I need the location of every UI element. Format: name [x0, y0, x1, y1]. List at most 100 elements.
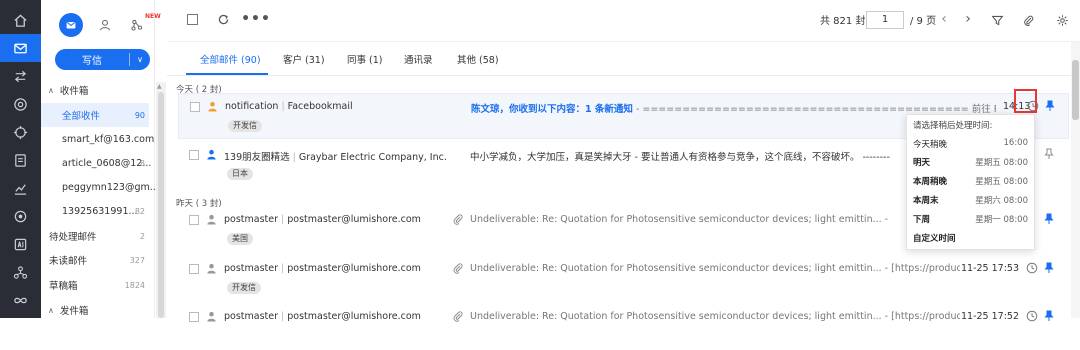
transfer-icon[interactable] — [0, 62, 41, 90]
pin-icon[interactable] — [1044, 148, 1054, 160]
folder-label: peggymn123@gm... — [62, 181, 159, 193]
infinity-icon[interactable] — [0, 286, 41, 314]
scrollbar-thumb[interactable] — [158, 92, 164, 318]
sender: 139朋友圈精选 | Graybar Electric Company, Inc. — [224, 152, 447, 163]
chevron-up-icon[interactable]: ∧ — [48, 306, 54, 315]
contacts-tab-icon[interactable] — [93, 13, 117, 37]
row-checkbox[interactable] — [189, 215, 199, 225]
snooze-option-next-week[interactable]: 下周 星期一 08:00 — [907, 210, 1036, 228]
folder-pending[interactable]: 待处理邮件 2 — [41, 224, 149, 248]
settings-circle-icon[interactable] — [0, 202, 41, 230]
option-name: 今天稍晚 — [913, 140, 948, 150]
snooze-option-tomorrow[interactable]: 明天 星期五 08:00 — [907, 153, 1036, 171]
tab-contacts[interactable]: 通讯录 — [404, 52, 433, 66]
attachment-icon — [453, 214, 463, 225]
clock-icon[interactable] — [1026, 310, 1038, 322]
clock-icon[interactable] — [1026, 262, 1038, 274]
page-total: / 9 页 — [910, 16, 937, 27]
prev-page-icon[interactable]: ‹ — [937, 11, 951, 27]
row-checkbox[interactable] — [189, 150, 199, 160]
pin-icon[interactable] — [1044, 310, 1054, 322]
sidebar-scrollbar[interactable]: ▲ — [156, 82, 166, 318]
option-name: 下周 — [913, 215, 931, 225]
network-icon[interactable] — [0, 258, 41, 286]
mail-icon[interactable] — [0, 34, 41, 62]
scrollbar-thumb[interactable] — [1072, 60, 1079, 120]
folder-account-1[interactable]: smart_kf@163.com — [41, 127, 154, 151]
scroll-up-icon[interactable]: ▲ — [157, 83, 162, 90]
pin-icon[interactable] — [1045, 100, 1055, 112]
row-checkbox[interactable] — [189, 264, 199, 274]
settings-gear-icon[interactable] — [1054, 12, 1070, 28]
select-all-checkbox[interactable] — [187, 14, 198, 25]
mail-tab-icon[interactable] — [59, 13, 83, 37]
folder-outbox[interactable]: ∧ 发件箱 — [41, 298, 149, 322]
annotation-highlight-box — [1014, 89, 1037, 113]
ai-icon[interactable] — [0, 230, 41, 258]
sender-address: Graybar Electric Company, Inc. — [298, 152, 447, 163]
chevron-up-icon[interactable]: ∧ — [48, 86, 54, 95]
sender-address: postmaster@lumishore.com — [287, 311, 421, 322]
person-icon — [208, 101, 217, 112]
folder-label: 13925631991... — [62, 205, 138, 217]
folder-count: 90 — [134, 110, 145, 120]
compose-button[interactable]: 写信 ∨ — [55, 49, 150, 70]
sender-address: postmaster@lumishore.com — [287, 263, 421, 274]
page-input[interactable]: 1 — [866, 11, 904, 29]
sidebar-tabs — [41, 13, 155, 43]
document-icon[interactable] — [0, 146, 41, 174]
person-icon — [207, 214, 216, 225]
email-row[interactable]: postmaster | postmaster@lumishore.com Unde… — [178, 304, 1069, 350]
chart-icon[interactable] — [0, 174, 41, 202]
attachment-filter-icon[interactable] — [1020, 12, 1036, 28]
sender-address: postmaster@lumishore.com — [287, 214, 421, 225]
sender-name: postmaster — [224, 263, 279, 274]
person-icon — [207, 311, 216, 322]
folder-drafts[interactable]: 草稿箱 1824 — [41, 273, 149, 297]
folder-account-4[interactable]: 13925631991... 82 — [41, 199, 149, 223]
row-checkbox[interactable] — [189, 312, 199, 322]
chevron-down-icon[interactable]: ∨ — [130, 55, 150, 64]
snooze-option-custom[interactable]: 自定义时间 — [907, 229, 1036, 247]
email-row[interactable]: postmaster | postmaster@lumishore.com 开发信 … — [178, 256, 1069, 302]
snooze-option-later-this-week[interactable]: 本周稍晚 星期五 08:00 — [907, 172, 1036, 190]
subject-highlight: 陈文琼，你收到以下内容：1 条新通知 — [471, 104, 633, 115]
more-icon[interactable]: ••• — [241, 11, 270, 27]
option-name: 本周稍晚 — [913, 177, 948, 187]
folder-account-2[interactable]: article_0608@12... 8 — [41, 151, 151, 175]
filter-icon[interactable] — [989, 12, 1005, 28]
snooze-option-weekend[interactable]: 本周末 星期六 08:00 — [907, 191, 1036, 209]
tab-colleagues[interactable]: 同事 (1) — [347, 52, 382, 66]
email-time: 11-25 17:52 — [961, 311, 1020, 322]
folder-count: 8 — [139, 158, 145, 168]
email-preview: 中小学减负，大学加压，真是笑掉大牙 - 要让普通人有资格参与竞争，这个底线，不容… — [470, 152, 890, 163]
email-subject: Undeliverable: Re: Quotation for Photose… — [470, 311, 960, 322]
list-scrollbar[interactable] — [1071, 42, 1080, 318]
at-icon[interactable] — [0, 90, 41, 118]
email-tag: 开发信 — [227, 282, 261, 294]
category-tabs: 全部邮件 (90) 客户 (31) 同事 (1) 通讯录 其他 (58) — [167, 42, 1080, 76]
target-icon[interactable] — [0, 118, 41, 146]
tab-customers[interactable]: 客户 (31) — [283, 52, 325, 66]
folder-label: 草稿箱 — [49, 281, 78, 292]
attachment-icon — [453, 311, 463, 322]
snooze-option-later-today[interactable]: 今天稍晚 16:00 — [907, 135, 1036, 153]
folder-unread[interactable]: 未读邮件 327 — [41, 248, 149, 272]
tab-all-mail[interactable]: 全部邮件 (90) — [200, 52, 261, 66]
folder-count: 2 — [139, 231, 145, 241]
folder-all-inbox[interactable]: 全部收件 90 — [41, 103, 149, 127]
next-page-icon[interactable]: › — [961, 11, 975, 27]
folder-label: 收件箱 — [59, 86, 89, 97]
folder-account-3[interactable]: peggymn123@gm... — [41, 175, 159, 199]
app-rail — [0, 0, 41, 318]
folder-inbox[interactable]: ∧ 收件箱 — [41, 78, 149, 102]
snooze-popup: 请选择稍后处理时间: 今天稍晚 16:00 明天 星期五 08:00 本周稍晚 … — [906, 114, 1035, 250]
row-checkbox[interactable] — [190, 102, 200, 112]
sender: postmaster | postmaster@lumishore.com — [224, 214, 421, 225]
home-icon[interactable] — [0, 6, 41, 34]
pin-icon[interactable] — [1044, 213, 1054, 225]
pin-icon[interactable] — [1044, 262, 1054, 274]
email-preview: Undeliverable: Re: Quotation for Photose… — [470, 263, 960, 274]
refresh-icon[interactable] — [215, 11, 231, 27]
tab-others[interactable]: 其他 (58) — [457, 52, 499, 66]
